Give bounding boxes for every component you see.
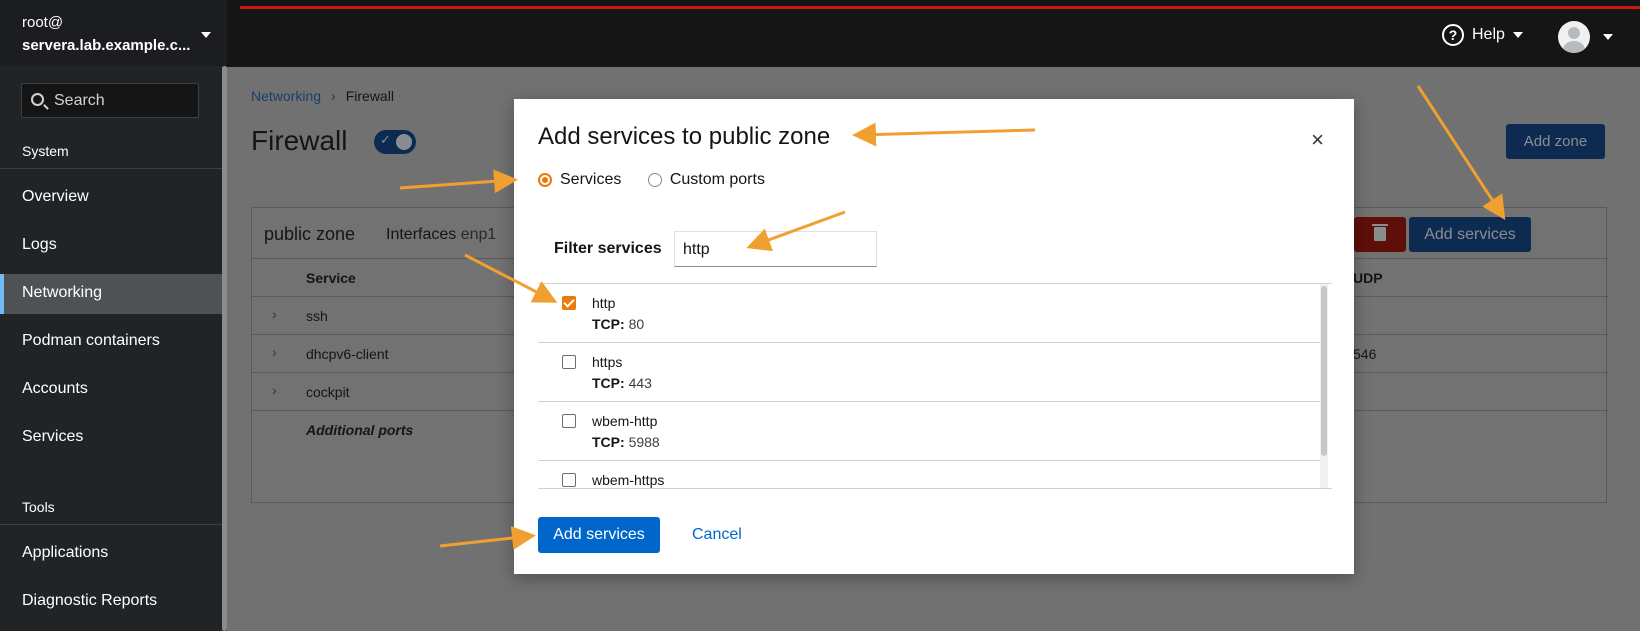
sidebar-item-overview[interactable]: Overview: [0, 178, 222, 218]
alert-strip: [240, 6, 1640, 9]
chevron-right-icon[interactable]: ›: [272, 344, 277, 360]
service-port: 5988: [628, 434, 660, 450]
host-user: root@: [22, 14, 64, 31]
host-switcher[interactable]: root@ servera.lab.example.c...: [0, 0, 227, 66]
service-port: 443: [628, 375, 652, 391]
zone-interfaces: Interfaces enp1: [386, 226, 496, 244]
delete-zone-button[interactable]: [1354, 217, 1406, 252]
divider: [0, 168, 222, 169]
add-services-button[interactable]: Add services: [1409, 217, 1531, 252]
search-input[interactable]: Search: [21, 83, 199, 118]
sidebar: root@ servera.lab.example.c... Search Sy…: [0, 0, 227, 631]
system-heading: System: [22, 143, 69, 159]
breadcrumb: Networking › Firewall: [251, 88, 394, 104]
list-scrollbar[interactable]: [1320, 284, 1328, 488]
service-checkbox[interactable]: [562, 355, 576, 369]
column-udp: UDP: [1353, 270, 1383, 286]
chevron-down-icon[interactable]: [1603, 34, 1613, 40]
breadcrumb-networking-link[interactable]: Networking: [251, 88, 321, 104]
avatar[interactable]: [1558, 21, 1590, 53]
sidebar-item-accounts[interactable]: Accounts: [0, 370, 222, 410]
services-list: http TCP: 80 https TCP: 443 wbem-http TC…: [538, 283, 1332, 489]
row-service: cockpit: [306, 384, 350, 400]
interfaces-label: Interfaces: [386, 226, 457, 243]
interfaces-value: enp1: [460, 226, 497, 243]
help-icon: ?: [1442, 24, 1464, 46]
search-icon: [31, 93, 44, 106]
chevron-right-icon[interactable]: ›: [272, 306, 277, 322]
service-name: http: [592, 295, 616, 311]
service-name: https: [592, 354, 623, 370]
sidebar-item-logs[interactable]: Logs: [0, 226, 222, 266]
additional-ports-label: Additional ports: [306, 422, 414, 438]
toggle-knob: [396, 134, 412, 150]
check-icon: ✓: [380, 132, 391, 147]
row-udp: 546: [1353, 346, 1377, 362]
column-service: Service: [306, 270, 356, 286]
service-ports: TCP: 443: [592, 375, 652, 391]
filter-services-label: Filter services: [554, 240, 662, 257]
masthead: ? Help: [227, 0, 1640, 67]
service-checkbox[interactable]: [562, 473, 576, 487]
filter-services-input[interactable]: http: [674, 231, 877, 267]
row-service: ssh: [306, 308, 328, 324]
radio-custom-ports-label[interactable]: Custom ports: [670, 171, 765, 189]
help-menu[interactable]: ? Help: [1442, 24, 1523, 46]
radio-custom-ports[interactable]: [647, 173, 662, 187]
sidebar-item-applications[interactable]: Applications: [0, 534, 222, 574]
service-ports: TCP: 80: [592, 316, 644, 332]
close-icon[interactable]: ×: [1311, 129, 1324, 151]
page-title: Firewall: [251, 125, 348, 156]
service-name: wbem-http: [592, 413, 658, 429]
zone-name: public zone: [264, 224, 356, 244]
cancel-button[interactable]: Cancel: [692, 517, 742, 553]
divider: [0, 524, 222, 525]
tools-heading: Tools: [22, 499, 55, 515]
sidebar-item-networking[interactable]: Networking: [0, 274, 222, 314]
service-checkbox[interactable]: [562, 414, 576, 428]
service-proto: TCP:: [592, 375, 625, 391]
firewall-toggle[interactable]: ✓: [374, 130, 416, 154]
service-checkbox[interactable]: [562, 296, 576, 310]
user-icon-body: [1563, 41, 1585, 53]
user-icon: [1568, 27, 1580, 39]
trash-icon: [1372, 224, 1388, 226]
sidebar-item-podman-containers[interactable]: Podman containers: [0, 322, 222, 362]
search-placeholder: Search: [54, 92, 105, 109]
help-label: Help: [1472, 26, 1505, 44]
radio-services[interactable]: [538, 173, 552, 187]
breadcrumb-current: Firewall: [345, 88, 394, 104]
host-machine: servera.lab.example.c...: [22, 37, 191, 54]
service-name: wbem-https: [592, 472, 665, 488]
modal-title: Add services to public zone: [538, 123, 831, 150]
list-item[interactable]: wbem-https: [538, 461, 1320, 488]
service-port: 80: [628, 316, 645, 332]
sidebar-item-diagnostic-reports[interactable]: Diagnostic Reports: [0, 582, 222, 622]
add-zone-button[interactable]: Add zone: [1506, 124, 1605, 159]
add-services-modal: Add services to public zone × Services C…: [514, 99, 1354, 574]
service-ports: TCP: 5988: [592, 434, 660, 450]
add-services-submit-button[interactable]: Add services: [538, 517, 660, 553]
list-item[interactable]: https TCP: 443: [538, 343, 1320, 402]
row-service: dhcpv6-client: [306, 346, 389, 362]
list-item[interactable]: wbem-http TCP: 5988: [538, 402, 1320, 461]
service-proto: TCP:: [592, 316, 625, 332]
list-item[interactable]: http TCP: 80: [538, 284, 1320, 343]
chevron-down-icon: [201, 32, 211, 38]
chevron-down-icon: [1512, 32, 1523, 38]
service-proto: TCP:: [592, 434, 625, 450]
sidebar-item-services[interactable]: Services: [0, 418, 222, 458]
chevron-right-icon[interactable]: ›: [272, 382, 277, 398]
scrollbar-thumb[interactable]: [1321, 286, 1327, 456]
service-type-radio-group: Services Custom ports: [538, 171, 787, 189]
breadcrumb-separator-icon: ›: [331, 88, 336, 104]
trash-icon-body: [1374, 227, 1386, 241]
radio-services-label[interactable]: Services: [560, 171, 621, 189]
